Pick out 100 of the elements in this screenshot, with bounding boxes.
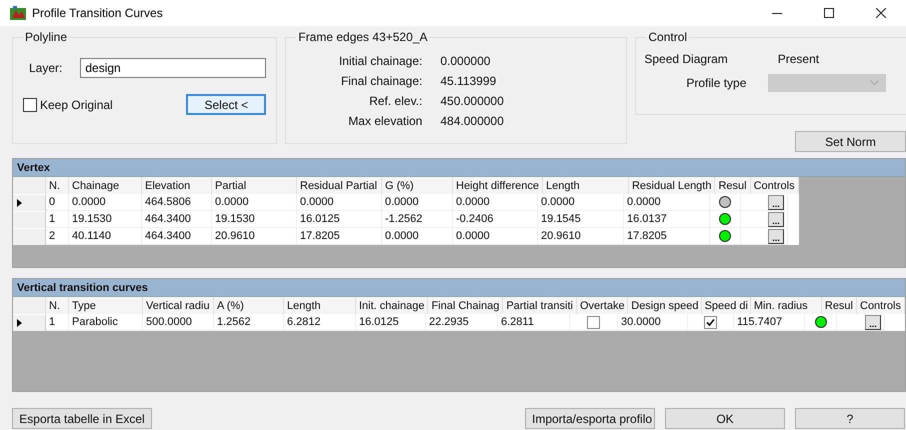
table-cell: 40.1140 — [69, 228, 142, 245]
table-cell: 6.2812 — [284, 314, 356, 331]
speed-diagram-label: Speed Diagram — [644, 52, 728, 66]
profile-type-label: Profile type — [686, 76, 746, 90]
table-cell: 0.0000 — [297, 194, 382, 211]
column-header[interactable]: Partial — [212, 177, 297, 194]
table-cell: 464.3400 — [142, 228, 212, 245]
checkbox-label: Keep Original — [40, 98, 113, 112]
table-cell: 22.2935 — [426, 314, 498, 331]
column-header[interactable]: Init. chainage — [356, 297, 428, 314]
column-header[interactable]: Partial transiti — [503, 297, 577, 314]
column-header[interactable]: Height difference — [453, 177, 543, 194]
column-header[interactable]: N. — [46, 297, 69, 314]
table-cell: 1 — [46, 314, 69, 331]
import-export-button[interactable]: Importa/esporta profilo — [525, 408, 655, 429]
controls-button[interactable]: ... — [865, 314, 881, 330]
export-excel-button[interactable]: Esporta tabelle in Excel — [12, 408, 152, 429]
current-row-icon — [17, 199, 22, 207]
table-cell: 500.0000 — [143, 314, 214, 331]
column-header[interactable]: Vertical radiu — [143, 297, 214, 314]
controls-button[interactable]: ... — [768, 212, 784, 226]
column-header[interactable]: Final Chainag — [428, 297, 504, 314]
column-header[interactable]: Controls — [857, 297, 905, 314]
map-icon — [10, 6, 26, 20]
column-header[interactable]: Length — [284, 297, 356, 314]
set-norm-button[interactable]: Set Norm — [795, 131, 906, 152]
cell-checkbox[interactable] — [704, 316, 717, 328]
column-header[interactable]: Residual Length — [628, 177, 716, 194]
field-label: Initial chainage: — [338, 54, 422, 68]
close-icon[interactable] — [876, 8, 886, 18]
field-value: 45.113999 — [440, 74, 498, 88]
table-cell: -0.2406 — [453, 211, 538, 228]
table-cell: -1.2562 — [382, 211, 453, 228]
table-cell: 2 — [46, 228, 69, 245]
table-cell: 30.0000 — [618, 314, 688, 331]
maximize-icon[interactable] — [824, 8, 834, 18]
table-cell: 0.0000 — [382, 228, 453, 245]
row-header[interactable] — [13, 314, 46, 331]
field-label: Max elevation — [347, 114, 422, 128]
table-cell: 0.0000 — [624, 194, 710, 211]
group-title: Frame edges 43+520_A — [297, 30, 428, 44]
header-corner — [13, 177, 46, 194]
help-button[interactable]: ? — [795, 408, 905, 429]
table-cell: 17.8205 — [624, 228, 710, 245]
field-value: 450.000000 — [440, 94, 505, 108]
table-cell: 17.8205 — [297, 228, 382, 245]
row-header[interactable] — [13, 194, 46, 211]
controls-button[interactable]: ... — [768, 194, 784, 210]
caret-icon — [870, 80, 880, 86]
table-cell: 0.0000 — [69, 194, 142, 211]
table-cell: 1 — [46, 211, 69, 228]
group-title: Control — [647, 30, 688, 44]
column-header[interactable]: Elevation — [142, 177, 212, 194]
table-cell: 16.0137 — [624, 211, 710, 228]
column-header[interactable]: Design speed — [628, 297, 702, 314]
column-header[interactable]: Resul — [822, 297, 857, 314]
window-title: Profile Transition Curves — [32, 6, 163, 20]
controls-button[interactable]: ... — [768, 228, 784, 244]
table-cell: 20.9610 — [538, 228, 624, 245]
table-cell: 19.1530 — [69, 211, 142, 228]
table-cell: 19.1545 — [538, 211, 624, 228]
table-cell: 0 — [46, 194, 69, 211]
table-cell: 464.3400 — [142, 211, 212, 228]
select-button[interactable]: Select < — [186, 94, 266, 115]
table-cell: 6.2811 — [498, 314, 570, 331]
table-cell: 20.9610 — [212, 228, 297, 245]
table-cell: Parabolic — [69, 314, 143, 331]
column-header[interactable]: Chainage — [69, 177, 142, 194]
column-header[interactable]: Type — [69, 297, 143, 314]
panel-title: Vertical transition curves — [17, 282, 148, 294]
field-label: Final chainage: — [340, 74, 422, 88]
column-header[interactable]: Overtake — [576, 297, 628, 314]
field-value: 484.000000 — [440, 114, 505, 128]
table-cell: 0.0000 — [453, 194, 538, 211]
field-label: Ref. elev.: — [368, 94, 422, 108]
table-cell: 0.0000 — [538, 194, 624, 211]
column-header[interactable]: A (%) — [214, 297, 284, 314]
speed-diagram-value: Present — [778, 52, 820, 66]
group-title: Polyline — [24, 30, 68, 44]
table-cell: 19.1530 — [212, 211, 297, 228]
column-header[interactable]: Min. radius — [750, 297, 822, 314]
keep-original-checkbox[interactable] — [23, 98, 37, 112]
table-cell: 0.0000 — [382, 194, 453, 211]
panel-title: Vertex — [17, 162, 50, 174]
header-corner — [13, 297, 46, 314]
cell-checkbox[interactable] — [587, 316, 600, 328]
current-row-icon — [17, 319, 22, 327]
layer-field[interactable]: design — [80, 58, 266, 78]
column-header[interactable]: Resul — [715, 177, 751, 194]
column-header[interactable]: Length — [542, 177, 629, 194]
table-cell: 0.0000 — [453, 228, 538, 245]
layer-label: Layer: — [29, 61, 62, 75]
column-header[interactable]: Residual Partial — [297, 177, 382, 194]
table-cell: 1.2562 — [214, 314, 284, 331]
column-header[interactable]: N. — [46, 177, 69, 194]
column-header[interactable]: Speed di — [702, 297, 751, 314]
ok-button[interactable]: OK — [665, 408, 785, 429]
column-header[interactable]: Controls — [750, 177, 799, 194]
column-header[interactable]: G (%) — [382, 177, 453, 194]
table-cell: 16.0125 — [356, 314, 426, 331]
